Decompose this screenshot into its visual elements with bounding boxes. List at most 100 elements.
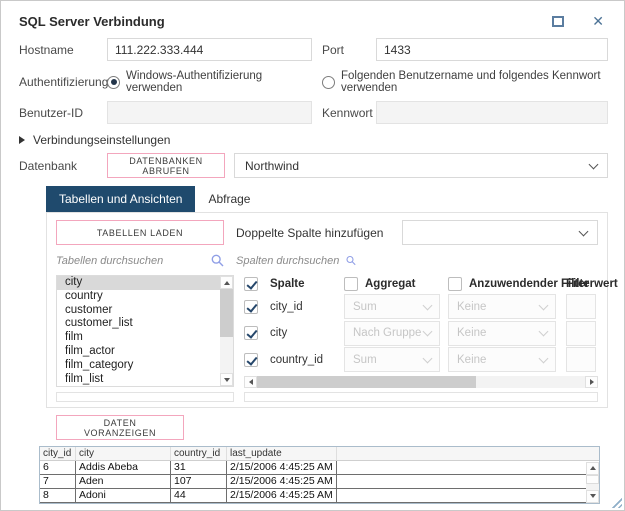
aggregate-select-disabled: Sum: [344, 347, 440, 372]
panel-body: city country customer customer_list film…: [56, 275, 598, 402]
list-item-film-category[interactable]: film_category: [57, 359, 220, 373]
columns-grid-column: Spalte Aggregat Anzuwendender Filter Fil…: [244, 275, 598, 402]
title-bar: SQL Server Verbindung ✕: [1, 1, 624, 31]
connection-settings-expander[interactable]: Verbindungseinstellungen: [19, 133, 608, 147]
select-all-checkbox[interactable]: [244, 277, 258, 291]
connection-settings-label: Verbindungseinstellungen: [33, 133, 170, 147]
tab-tables-and-views[interactable]: Tabellen und Ansichten: [46, 186, 195, 212]
list-item-city[interactable]: city: [57, 276, 220, 290]
close-icon[interactable]: ✕: [592, 14, 604, 28]
password-label: Kennwort: [312, 106, 376, 120]
scroll-left-icon[interactable]: [244, 376, 257, 388]
duplicate-column-select[interactable]: [402, 220, 598, 245]
get-databases-button[interactable]: DATENBANKEN ABRUFEN: [107, 153, 225, 178]
scrollbar-thumb[interactable]: [586, 475, 599, 484]
database-select[interactable]: Northwind: [234, 153, 608, 178]
list-item-customer[interactable]: customer: [57, 304, 220, 318]
radio-unselected-icon[interactable]: [322, 76, 335, 89]
tab-query[interactable]: Abfrage: [195, 186, 263, 212]
database-row: Datenbank DATENBANKEN ABRUFEN Northwind: [19, 153, 608, 178]
cell-country-id: 31: [171, 461, 227, 475]
list-item-customer-list[interactable]: customer_list: [57, 317, 220, 331]
cell-last-update: 2/15/2006 4:45:25 AM: [227, 461, 337, 475]
aggregate-select-disabled: Sum: [344, 294, 440, 319]
search-tables-box: [56, 254, 224, 267]
tables-list-scrollbar[interactable]: [220, 276, 233, 386]
scroll-right-icon[interactable]: [585, 376, 598, 388]
scroll-up-icon[interactable]: [220, 276, 233, 289]
user-id-label: Benutzer-ID: [19, 106, 107, 120]
search-icon: [211, 254, 224, 267]
search-columns-box: [236, 254, 356, 267]
sql-server-connection-dialog: SQL Server Verbindung ✕ Hostname Port Au…: [0, 0, 625, 511]
panel-top-row: TABELLEN LADEN Doppelte Spalte hinzufüge…: [56, 220, 598, 245]
chevron-down-icon: [423, 327, 433, 337]
authentication-options: Windows-Authentifizierung verwenden Folg…: [107, 70, 608, 94]
load-tables-button[interactable]: TABELLEN LADEN: [56, 220, 224, 245]
search-tables-input[interactable]: [56, 255, 166, 267]
column-row-city-id: city_id Sum Keine: [244, 293, 598, 320]
scrollbar-thumb[interactable]: [220, 289, 233, 337]
column-name: city_id: [270, 301, 344, 313]
preview-scrollbar[interactable]: [586, 462, 599, 503]
radio-selected-icon[interactable]: [107, 76, 120, 89]
search-row: [56, 252, 598, 269]
cell-city-id: 8: [40, 489, 76, 503]
filter-checkbox[interactable]: [448, 277, 462, 291]
table-row: 8 Adoni 44 2/15/2006 4:45:25 AM: [40, 489, 599, 503]
cell-city: Addis Abeba: [76, 461, 171, 475]
preview-data-button[interactable]: DATEN VORANZEIGEN: [56, 415, 184, 440]
dialog-title: SQL Server Verbindung: [19, 14, 552, 29]
filter-value-input: [566, 347, 596, 372]
radio-credentials-auth-label: Folgenden Benutzername und folgendes Ken…: [341, 70, 608, 94]
list-item-country[interactable]: country: [57, 290, 220, 304]
column-header-spalte: Spalte: [270, 278, 344, 290]
chevron-down-icon: [423, 353, 433, 363]
search-columns-input[interactable]: [236, 255, 346, 267]
preview-col-country-id: country_id: [171, 447, 227, 460]
password-input: [376, 101, 608, 124]
list-item-film-list[interactable]: film_list: [57, 373, 220, 387]
column-name: city: [270, 327, 344, 339]
authentication-label: Authentifizierung: [19, 75, 107, 89]
chevron-down-icon: [539, 353, 549, 363]
aggregate-checkbox[interactable]: [344, 277, 358, 291]
columns-grid-hscrollbar[interactable]: [244, 376, 598, 388]
scroll-down-icon[interactable]: [586, 490, 599, 503]
cell-city-id: 6: [40, 461, 76, 475]
list-item-film[interactable]: film: [57, 331, 220, 345]
cell-city: Aden: [76, 475, 171, 489]
user-id-input: [107, 101, 312, 124]
list-item-film-actor[interactable]: film_actor: [57, 345, 220, 359]
authentication-row: Authentifizierung Windows-Authentifizier…: [19, 70, 608, 94]
row-checkbox[interactable]: [244, 300, 258, 314]
radio-windows-auth-label: Windows-Authentifizierung verwenden: [126, 70, 312, 94]
scrollbar-thumb[interactable]: [257, 376, 476, 388]
radio-windows-auth[interactable]: Windows-Authentifizierung verwenden: [107, 70, 312, 94]
chevron-down-icon: [423, 300, 433, 310]
columns-grid-footer-strip: [244, 392, 598, 402]
cell-city: Adoni: [76, 489, 171, 503]
tables-list-footer-strip: [56, 392, 234, 402]
column-row-country-id: country_id Sum Keine: [244, 346, 598, 373]
hostname-input[interactable]: [107, 38, 312, 61]
chevron-down-icon: [539, 300, 549, 310]
port-input[interactable]: [376, 38, 608, 61]
tables-list-column: city country customer customer_list film…: [56, 275, 234, 402]
row-checkbox[interactable]: [244, 326, 258, 340]
row-checkbox[interactable]: [244, 353, 258, 367]
duplicate-column-label: Doppelte Spalte hinzufügen: [236, 226, 402, 240]
scroll-down-icon[interactable]: [220, 373, 233, 386]
column-row-city: city Nach Gruppe Keine: [244, 320, 598, 347]
data-preview-grid: city_id city country_id last_update 6 Ad…: [39, 446, 600, 504]
cell-last-update: 2/15/2006 4:45:25 AM: [227, 475, 337, 489]
table-row: 7 Aden 107 2/15/2006 4:45:25 AM: [40, 475, 599, 489]
column-name: country_id: [270, 354, 344, 366]
maximize-icon[interactable]: [552, 16, 564, 27]
scroll-up-icon[interactable]: [586, 462, 599, 475]
cell-last-update: 2/15/2006 4:45:25 AM: [227, 489, 337, 503]
preview-header-row: city_id city country_id last_update: [40, 447, 599, 461]
preview-col-city: city: [76, 447, 171, 460]
radio-credentials-auth[interactable]: Folgenden Benutzername und folgendes Ken…: [312, 70, 608, 94]
preview-col-last-update: last_update: [227, 447, 337, 460]
